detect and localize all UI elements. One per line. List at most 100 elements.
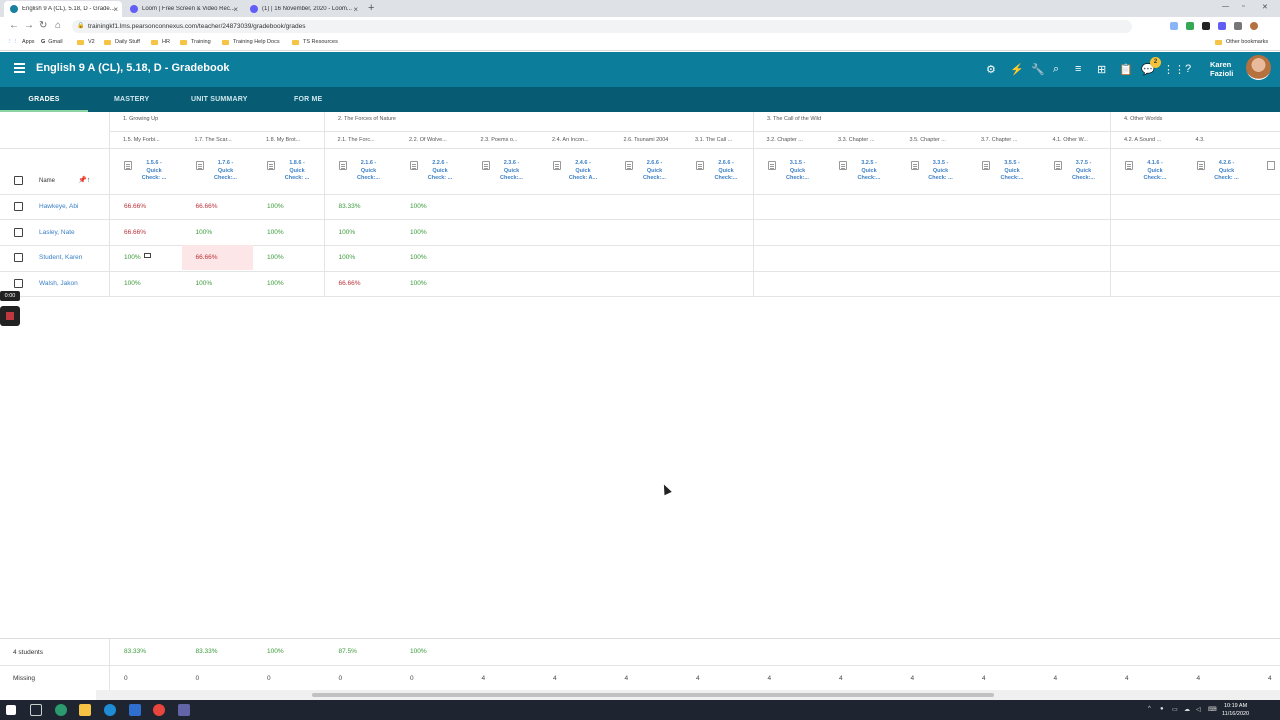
grade-cell[interactable]: [1111, 194, 1183, 219]
bookmark-other[interactable]: Other bookmarks: [1215, 39, 1268, 45]
lesson-header[interactable]: 3.3. Chapter ...: [838, 137, 874, 143]
grade-cell[interactable]: [539, 194, 611, 219]
lesson-header[interactable]: 2.4. An Incon...: [552, 137, 589, 143]
windows-start-icon[interactable]: [6, 705, 16, 715]
assignment-header[interactable]: 3.2.5 - Quick Check:...: [839, 160, 899, 183]
student-checkbox[interactable]: [14, 279, 23, 289]
grade-cell[interactable]: [1183, 271, 1255, 296]
forward-icon[interactable]: →: [24, 20, 34, 31]
bookmark-daily-stuff[interactable]: Daily Stuff: [104, 39, 140, 45]
lesson-header[interactable]: 4.2. A Sound ...: [1124, 137, 1161, 143]
grade-cell[interactable]: [968, 194, 1040, 219]
lesson-header[interactable]: 3.7. Chapter ...: [981, 137, 1017, 143]
grade-cell[interactable]: [1111, 271, 1183, 296]
puzzle-icon[interactable]: [1234, 22, 1242, 30]
horizontal-scrollbar[interactable]: [96, 690, 1280, 700]
file-explorer-icon[interactable]: [79, 704, 91, 716]
chrome-icon[interactable]: [153, 704, 165, 716]
student-checkbox[interactable]: [14, 253, 23, 263]
tab-for-me[interactable]: FOR ME: [294, 87, 322, 112]
extension-icon[interactable]: [1186, 22, 1194, 30]
grade-cell[interactable]: [539, 220, 611, 245]
assignment-header[interactable]: 2.6.6 - Quick Check:...: [696, 160, 756, 183]
grade-cell[interactable]: 100%: [325, 220, 397, 245]
menu-icon[interactable]: [14, 63, 25, 73]
grade-cell[interactable]: [539, 245, 611, 270]
grade-cell[interactable]: [1040, 271, 1112, 296]
grade-cell[interactable]: 66.66%: [110, 194, 182, 219]
grade-cell[interactable]: [968, 245, 1040, 270]
clipboard-icon[interactable]: 📋: [1119, 63, 1133, 76]
grade-cell[interactable]: [825, 271, 897, 296]
lesson-header[interactable]: 2.1. The Forc...: [338, 137, 375, 143]
grade-cell[interactable]: [754, 245, 826, 270]
lesson-header[interactable]: 1.8. My Brot...: [266, 137, 300, 143]
assignment-header[interactable]: 4.2.6 - Quick Check: ...: [1196, 160, 1257, 183]
back-icon[interactable]: ←: [9, 20, 19, 31]
browser-tab-loom[interactable]: Loom | Free Screen & Video Rec... ×: [124, 1, 242, 17]
student-name-link[interactable]: Lasley, Nate: [39, 229, 75, 236]
filter-icon[interactable]: ≡: [1075, 63, 1081, 75]
grade-cell[interactable]: [897, 271, 969, 296]
lesson-header[interactable]: 4.3.: [1196, 137, 1205, 143]
reload-icon[interactable]: ↻: [39, 20, 47, 31]
tab-grades[interactable]: GRADES: [0, 87, 88, 112]
assignment-header[interactable]: 3.1.5 - Quick Check:...: [767, 160, 828, 183]
lesson-header[interactable]: 3.5. Chapter ...: [910, 137, 946, 143]
pin-sort-icon[interactable]: 📌↑: [78, 176, 90, 184]
wrench-icon[interactable]: 🔧: [1031, 63, 1045, 76]
search-document-icon[interactable]: ⌕: [1053, 63, 1059, 76]
bookmark-v2[interactable]: V2: [77, 39, 95, 45]
student-name-link[interactable]: Walsh, Jakon: [39, 280, 78, 287]
close-icon[interactable]: ×: [233, 5, 238, 14]
grade-cell[interactable]: [468, 220, 540, 245]
new-tab-button[interactable]: +: [368, 2, 374, 14]
grade-cell[interactable]: [897, 245, 969, 270]
grade-cell[interactable]: [468, 271, 540, 296]
lesson-header[interactable]: 3.2. Chapter ...: [767, 137, 803, 143]
grade-cell[interactable]: [611, 220, 683, 245]
close-window-button[interactable]: ✕: [1262, 3, 1268, 11]
lesson-header[interactable]: 3.1. The Call ...: [695, 137, 732, 143]
grade-cell[interactable]: 83.33%: [325, 194, 397, 219]
add-box-icon[interactable]: ⊞: [1097, 63, 1106, 76]
grade-cell[interactable]: 100%: [396, 271, 468, 296]
loom-extension-icon[interactable]: [1218, 22, 1226, 30]
grade-cell[interactable]: [682, 245, 754, 270]
assignment-header[interactable]: 2.1.6 - Quick Check:...: [338, 160, 399, 183]
tab-unit-summary[interactable]: UNIT SUMMARY: [191, 87, 248, 112]
grade-cell[interactable]: [611, 245, 683, 270]
assignment-header[interactable]: 3.3.5 - Quick Check: ...: [910, 160, 971, 183]
grade-cell[interactable]: 100%: [396, 194, 468, 219]
assignment-header[interactable]: 2.3.6 - Quick Check:...: [481, 160, 542, 183]
maximize-button[interactable]: ▫: [1242, 3, 1244, 10]
grade-cell[interactable]: 100%: [396, 245, 468, 270]
grade-cell[interactable]: [897, 220, 969, 245]
grade-cell[interactable]: 100%: [110, 271, 182, 296]
grade-cell[interactable]: [1183, 220, 1255, 245]
stop-recording-button[interactable]: [0, 306, 20, 326]
assignment-header[interactable]: 1.7.6 - Quick Check:...: [195, 160, 256, 183]
lesson-header[interactable]: 1.7. The Scar...: [195, 137, 232, 143]
grade-cell[interactable]: [1183, 194, 1255, 219]
minimize-button[interactable]: —: [1222, 3, 1229, 10]
assignment-header[interactable]: 2.4.6 - Quick Check: A...: [553, 160, 613, 183]
lesson-header[interactable]: 2.3. Poems o...: [481, 137, 518, 143]
grade-cell[interactable]: 66.66%: [182, 194, 254, 219]
task-view-icon[interactable]: [30, 704, 42, 716]
grade-cell[interactable]: 100%: [182, 220, 254, 245]
grade-cell[interactable]: [825, 220, 897, 245]
lesson-header[interactable]: 1.5. My Forbi...: [123, 137, 160, 143]
tray-chevron-icon[interactable]: ^: [1148, 706, 1151, 712]
grade-cell[interactable]: [1111, 220, 1183, 245]
bookmark-hr[interactable]: HR: [151, 39, 170, 45]
grade-cell[interactable]: [754, 220, 826, 245]
assignment-header[interactable]: 2.2.6 - Quick Check: ...: [410, 160, 470, 183]
assignment-header[interactable]: 1.8.6 - Quick Check: ...: [267, 160, 327, 183]
close-icon[interactable]: ×: [113, 5, 118, 14]
bookmark-apps[interactable]: ⋮⋮ Apps: [7, 39, 35, 45]
browser-tab-gradebook[interactable]: English 9 A (CL), 5.18, D - Grade... ×: [4, 1, 122, 17]
lesson-header[interactable]: 2.6. Tsunami 2004: [624, 137, 669, 143]
grade-cell[interactable]: [1111, 245, 1183, 270]
grade-cell[interactable]: [682, 271, 754, 296]
